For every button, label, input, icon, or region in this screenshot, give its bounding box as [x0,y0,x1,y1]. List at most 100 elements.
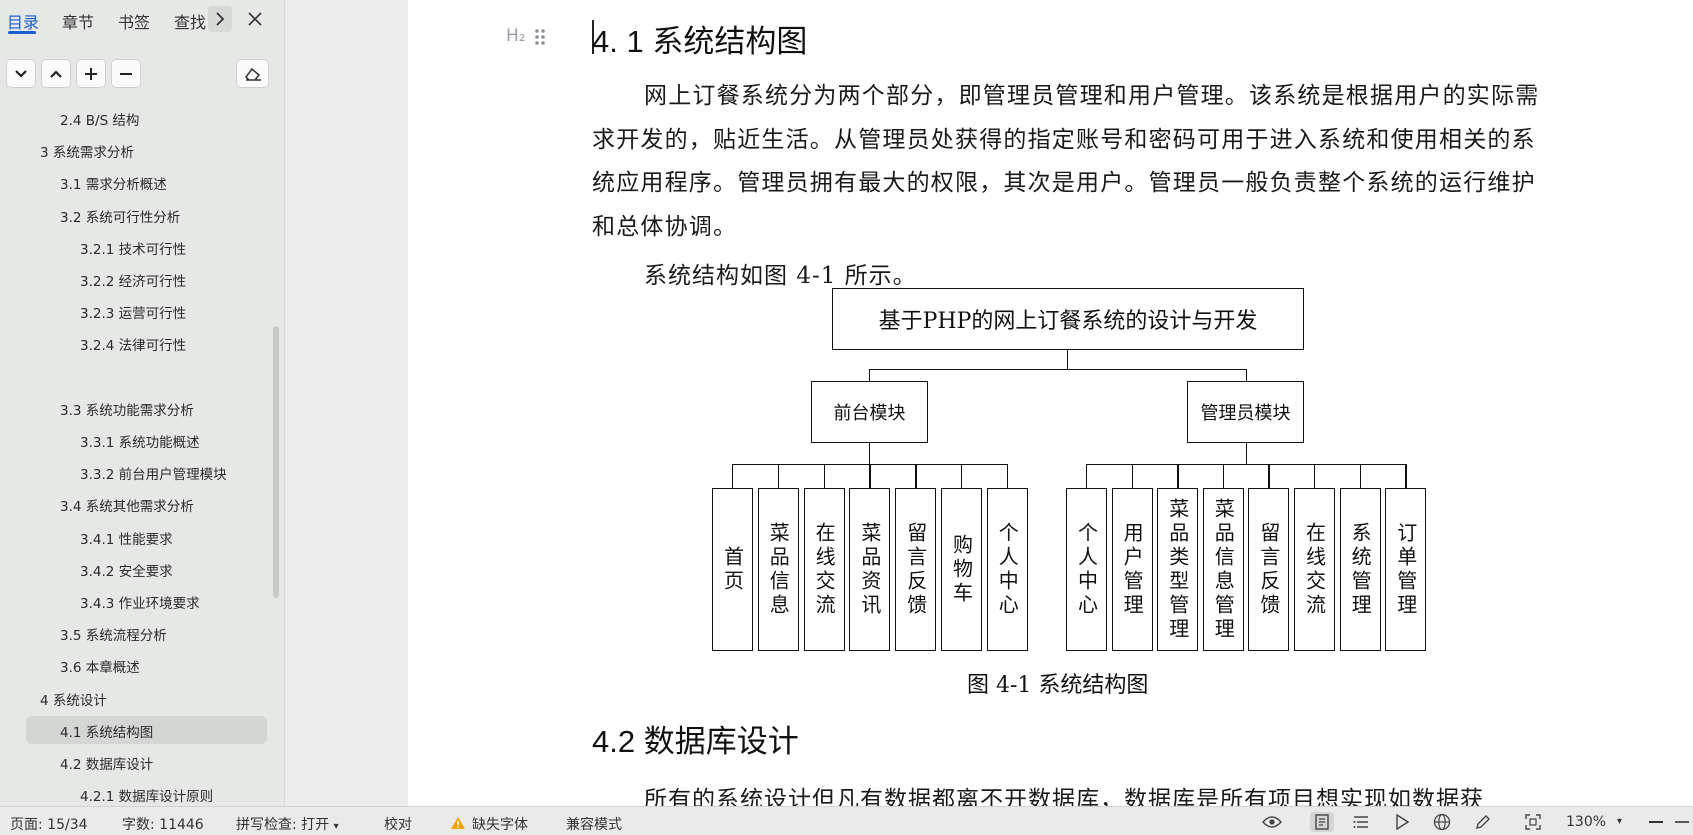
toc-item[interactable]: 3.4 系统其他需求分析 [60,492,194,518]
diagram-leaf-box: 用户管理 [1111,488,1153,651]
diagram-leaf-box: 首页 [712,488,753,651]
heading-4-2[interactable]: 4.2 数据库设计 [592,716,799,761]
diagram-leaf-box: 在线交流 [803,488,845,651]
drag-handle-icon[interactable] [534,28,546,50]
toc-item[interactable]: 3.1 需求分析概述 [60,170,167,196]
collapse-up-button[interactable] [41,59,71,88]
chevron-up-icon [50,69,62,78]
diagram-leaf-box: 个人中心 [986,488,1028,651]
tab-find[interactable]: 查找 [174,9,206,33]
expand-all-button[interactable] [76,59,106,88]
toc-settings-button[interactable] [236,59,269,88]
more-tabs-button[interactable] [208,6,232,32]
connector [915,464,917,488]
web-view-icon[interactable] [1431,812,1453,832]
toc-item[interactable]: 4.2 数据库设计 [60,750,153,776]
paragraph-intro[interactable]: 网上订餐系统分为两个部分，即管理员管理和用户管理。该系统是根据用户的实际需求开发… [592,75,1552,249]
tab-chapters[interactable]: 章节 [62,9,94,33]
connector [869,369,1247,371]
chevron-down-icon [15,69,27,78]
toc-item[interactable]: 3.3.1 系统功能概述 [80,428,200,454]
toc-item[interactable]: 3.2 系统可行性分析 [60,203,180,229]
connector [1314,464,1316,488]
toc-list: 2.4 B/S 结构 3 系统需求分析 3.1 需求分析概述 3.2 系统可行性分析 3… [0,103,270,806]
toc-item[interactable]: 3.6 本章概述 [60,653,140,679]
diagram-root-box: 基于PHP的网上订餐系统的设计与开发 [832,288,1304,350]
diagram-leaf-box: 购物车 [941,488,982,651]
compat-mode-label[interactable]: 兼容模式 [566,814,622,834]
toc-item[interactable]: 3.2.4 法律可行性 [80,331,186,357]
warning-icon [450,815,466,834]
connector [1268,464,1270,488]
play-icon[interactable] [1391,812,1413,832]
proofread-button[interactable]: 校对 [384,814,412,834]
word-count[interactable]: 字数: 11446 [122,814,204,834]
eye-icon[interactable] [1261,812,1283,832]
connector [1222,464,1225,488]
zoom-level[interactable]: 130% [1566,814,1606,830]
spellcheck-label: 拼写检查: 打开 [236,817,330,833]
zoom-slider-icon[interactable] [1674,812,1690,832]
chevron-down-icon[interactable]: ▾ [1617,816,1622,827]
diagram-module-admin: 管理员模块 [1187,381,1304,443]
connector [1006,464,1009,488]
paragraph-figure-ref[interactable]: 系统结构如图 4-1 所示。 [644,256,917,290]
connector [869,369,871,381]
outline-view-icon[interactable] [1350,812,1372,832]
toc-item[interactable]: 3.2.3 运营可行性 [80,299,186,325]
toc-item[interactable]: 3.4.3 作业环境要求 [80,589,200,615]
heading-level-marker: H₂ [506,26,526,46]
zoom-out-icon[interactable] [1645,812,1667,832]
heading-4-1[interactable]: 4. 1 系统结构图 [592,16,807,61]
connector [1086,464,1088,488]
minus-icon [120,72,132,75]
toc-item[interactable]: 3.4.1 性能要求 [80,525,173,551]
collapse-down-button[interactable] [6,59,36,88]
toc-item[interactable]: 3.2.1 技术可行性 [80,235,186,261]
connector [961,464,963,488]
fit-page-icon[interactable] [1522,812,1544,832]
connector [1246,369,1248,381]
toc-item[interactable]: 3.4.2 安全要求 [80,557,173,583]
connector [1177,464,1179,488]
connector [1131,464,1133,488]
connector [1405,464,1407,488]
tab-toc[interactable]: 目录 [7,9,39,33]
page-view-icon[interactable] [1310,812,1334,832]
toc-item[interactable]: 3 系统需求分析 [40,138,134,164]
page-indicator[interactable]: 页面: 15/34 [10,814,88,834]
document-page[interactable]: H₂ 4. 1 系统结构图 网上订餐系统分为两个部分，即管理员管理和用户管理。该… [408,0,1693,806]
plus-icon [85,67,97,80]
toc-item[interactable]: 3.5 系统流程分析 [60,621,167,647]
connector [1359,464,1361,488]
navigation-pane: 目录 章节 书签 查找 2.4 B/S 结构 3 系统需求分析 3.1 需求分析概述… [0,0,285,806]
diagram-leaf-box: 在线交流 [1294,488,1335,651]
toc-item[interactable]: 2.4 B/S 结构 [60,106,139,132]
chevron-right-icon [216,12,225,26]
nav-tabs: 目录 章节 书签 查找 [0,0,285,40]
diagram-leaf-box: 留言反馈 [895,488,937,651]
missing-font-button[interactable]: 缺失字体 [472,814,528,834]
toc-item[interactable]: 4 系统设计 [40,686,107,712]
connector [869,443,871,465]
spellcheck-toggle[interactable]: 拼写检查: 打开 ▾ [236,814,339,834]
diagram-leaf-box: 菜品信息管理 [1202,488,1244,651]
eraser-icon [244,67,261,81]
tab-bookmarks[interactable]: 书签 [118,9,150,33]
close-pane-button[interactable] [243,6,267,32]
paragraph-database[interactable]: 所有的系统设计但凡有数据都离不开数据库，数据库是所有项目想实现如数据获 [644,780,1484,806]
diagram-leaf-box: 留言反馈 [1248,488,1290,651]
connector [732,464,734,488]
toc-scrollbar[interactable] [273,326,279,598]
toc-item[interactable]: 4.2.1 数据库设计原则 [80,782,213,806]
connector [1067,350,1069,370]
toc-item[interactable]: 3.3.2 前台用户管理模块 [80,460,227,486]
toc-item[interactable]: 3.3 系统功能需求分析 [60,396,194,422]
diagram-leaf-box: 菜品信息 [757,488,799,651]
toc-item[interactable]: 3.2.2 经济可行性 [80,267,186,293]
pen-icon[interactable] [1472,812,1494,832]
collapse-all-button[interactable] [111,59,141,88]
toc-item[interactable]: 4.1 系统结构图 [60,718,153,744]
chevron-down-icon: ▾ [333,821,339,832]
diagram-leaf-box: 菜品资讯 [849,488,891,651]
